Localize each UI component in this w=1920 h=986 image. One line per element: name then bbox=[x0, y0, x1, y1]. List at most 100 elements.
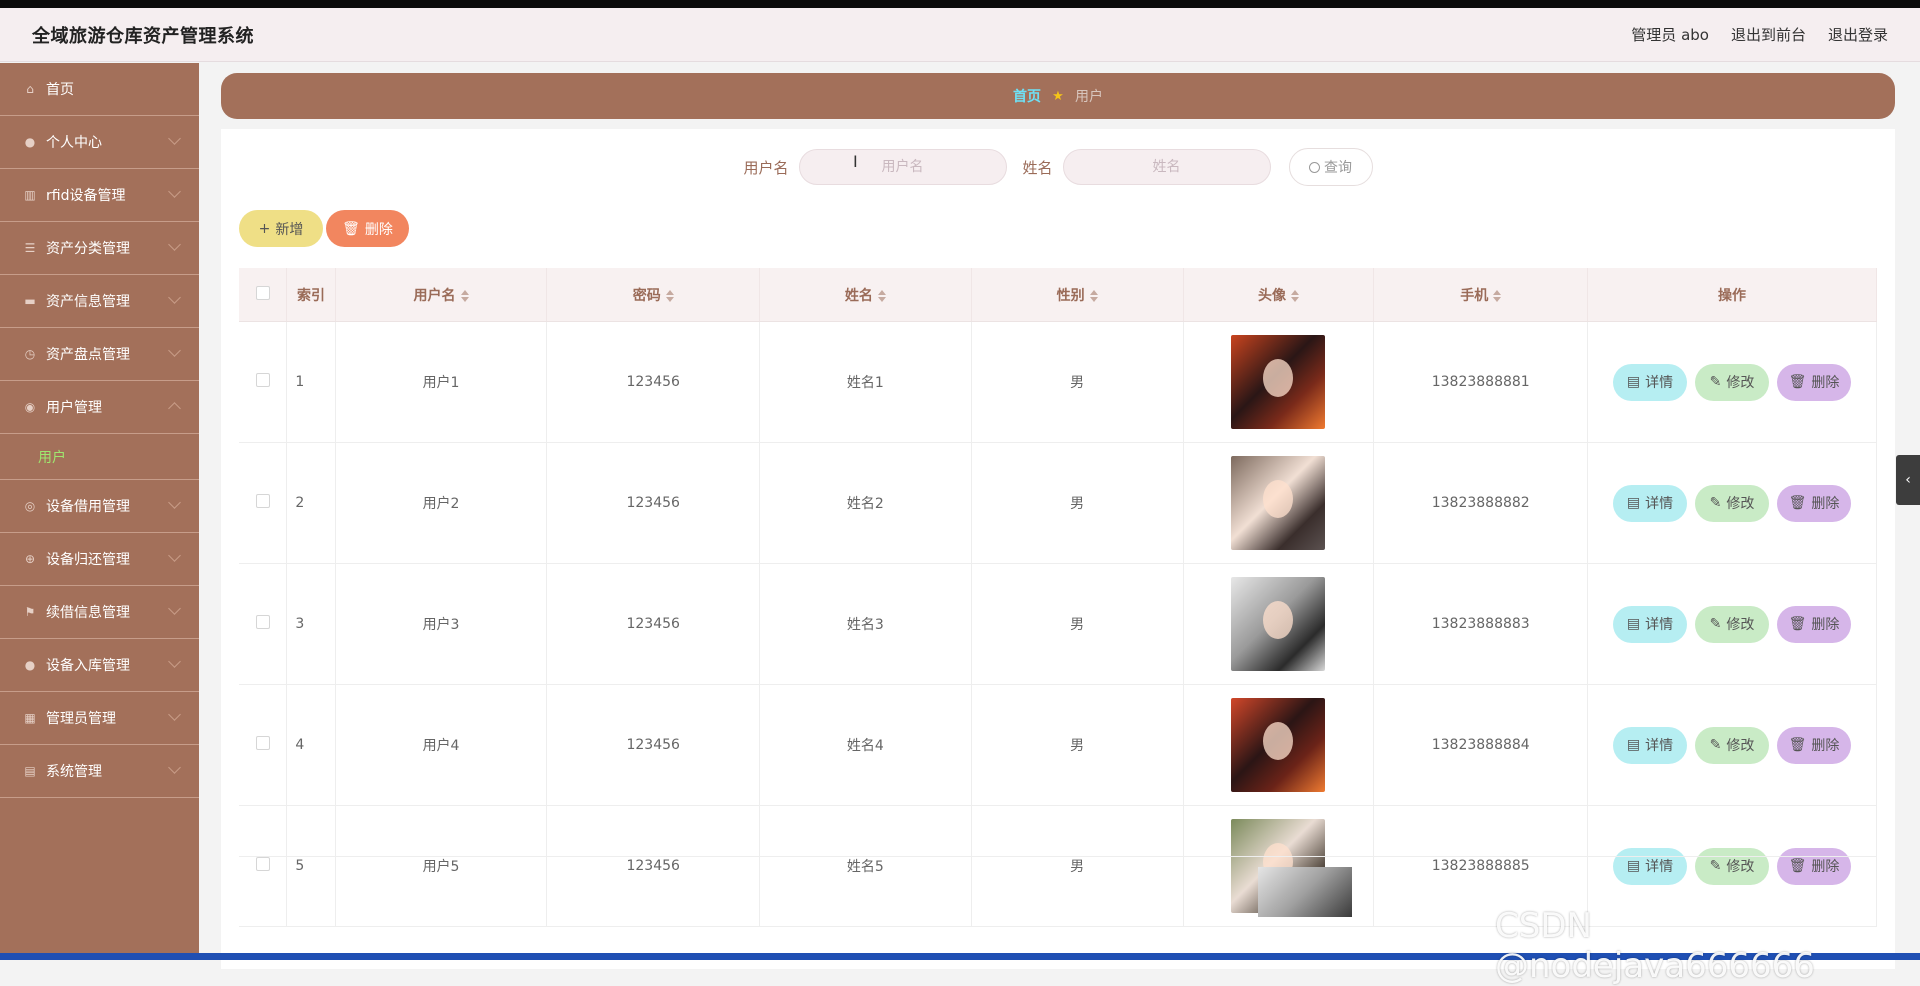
row-checkbox[interactable] bbox=[255, 494, 270, 508]
cell-username: 用户3 bbox=[335, 563, 548, 685]
admin-user-label: 管理员 abo bbox=[1631, 26, 1709, 44]
breadcrumb-home-link[interactable]: 首页 bbox=[1013, 86, 1041, 106]
trash-icon: 🗑 bbox=[1788, 374, 1807, 390]
sidebar-item-device-borrow[interactable]: ◎ 设备借用管理 bbox=[0, 480, 199, 533]
sidebar-item-asset-inventory[interactable]: ◷ 资产盘点管理 bbox=[0, 328, 199, 381]
cell-password: 123456 bbox=[546, 442, 760, 564]
pencil-icon: ✎ bbox=[1709, 616, 1722, 632]
logout-link[interactable]: 退出登录 bbox=[1828, 24, 1888, 45]
pencil-icon: ✎ bbox=[1709, 374, 1722, 390]
row-select-cell[interactable] bbox=[239, 442, 288, 564]
sidebar-item-label: 首页 bbox=[46, 82, 74, 98]
users-table: 索引 用户名 密码 姓名 性别 头像 手机 操作 1 用户1 123456 姓名… bbox=[239, 268, 1878, 927]
avatar bbox=[1258, 867, 1352, 917]
detail-button[interactable]: ▤ 详情 bbox=[1612, 484, 1687, 522]
col-avatar[interactable]: 头像 bbox=[1183, 268, 1375, 322]
sort-icon[interactable] bbox=[1493, 289, 1502, 302]
grid-icon: ▦ bbox=[24, 711, 36, 725]
cell-gender: 男 bbox=[971, 321, 1184, 443]
add-button[interactable]: + 新增 bbox=[239, 210, 323, 247]
row-checkbox[interactable] bbox=[255, 373, 270, 387]
flag-icon: ⚑ bbox=[24, 605, 36, 619]
select-all-cell[interactable] bbox=[239, 268, 288, 322]
sidebar-item-system-management[interactable]: ▤ 系统管理 bbox=[0, 745, 199, 798]
breadcrumb: 首页 ★ 用户 bbox=[221, 73, 1895, 119]
batch-delete-button[interactable]: 🗑 删除 bbox=[326, 210, 409, 247]
chevron-down-icon bbox=[168, 238, 181, 251]
col-phone[interactable]: 手机 bbox=[1373, 268, 1588, 322]
delete-button[interactable]: 🗑 删除 bbox=[1776, 726, 1851, 764]
sidebar-item-label: 资产分类管理 bbox=[46, 241, 130, 257]
sort-icon[interactable] bbox=[877, 289, 886, 302]
username-search-input[interactable] bbox=[798, 149, 1007, 185]
sort-icon[interactable] bbox=[460, 289, 469, 302]
sort-icon[interactable] bbox=[665, 289, 674, 302]
col-username[interactable]: 用户名 bbox=[335, 268, 548, 322]
sidebar-item-label: 系统管理 bbox=[46, 764, 102, 780]
edit-button[interactable]: ✎ 修改 bbox=[1694, 605, 1769, 643]
avatar[interactable] bbox=[1231, 698, 1326, 792]
sidebar-item-rfid[interactable]: ▥ rfid设备管理 bbox=[0, 169, 199, 222]
edit-button[interactable]: ✎ 修改 bbox=[1694, 726, 1769, 764]
edit-button[interactable]: ✎ 修改 bbox=[1694, 363, 1769, 401]
cell-index: 2 bbox=[286, 442, 336, 564]
select-all-checkbox[interactable] bbox=[255, 285, 270, 300]
delete-button[interactable]: 🗑 删除 bbox=[1776, 484, 1851, 522]
sort-icon[interactable] bbox=[1290, 289, 1299, 302]
app-title: 全域旅游仓库资产管理系统 bbox=[32, 25, 254, 47]
table-row: 2 用户2 123456 姓名2 男 13823888882 ▤ 详情 ✎ 修改 🗑… bbox=[239, 442, 1878, 564]
cell-name: 姓名3 bbox=[759, 563, 972, 685]
sidebar-item-device-return[interactable]: ⊕ 设备归还管理 bbox=[0, 533, 199, 586]
row-select-cell[interactable] bbox=[239, 684, 288, 806]
row-select-cell[interactable] bbox=[239, 563, 288, 685]
document-icon: ▤ bbox=[1626, 737, 1641, 753]
detail-button[interactable]: ▤ 详情 bbox=[1612, 605, 1687, 643]
chevron-down-icon bbox=[168, 291, 181, 304]
home-icon: ⌂ bbox=[26, 82, 34, 96]
row-checkbox[interactable] bbox=[255, 615, 270, 629]
sidebar-item-home[interactable]: ⌂ 首页 bbox=[0, 63, 199, 116]
col-password[interactable]: 密码 bbox=[546, 268, 760, 322]
delete-button[interactable]: 🗑 删除 bbox=[1776, 363, 1851, 401]
sidebar-item-admin-management[interactable]: ▦ 管理员管理 bbox=[0, 692, 199, 745]
chevron-down-icon bbox=[168, 602, 181, 615]
briefcase-icon: ▬ bbox=[24, 294, 36, 308]
detail-button[interactable]: ▤ 详情 bbox=[1612, 363, 1687, 401]
sidebar-item-asset-category[interactable]: ☰ 资产分类管理 bbox=[0, 222, 199, 275]
sidebar-item-device-stockin[interactable]: ● 设备入库管理 bbox=[0, 639, 199, 692]
row-select-cell[interactable] bbox=[239, 321, 288, 443]
trash-icon: 🗑 bbox=[342, 220, 360, 237]
avatar[interactable] bbox=[1231, 335, 1326, 429]
pencil-icon: ✎ bbox=[1709, 737, 1722, 753]
edit-button[interactable]: ✎ 修改 bbox=[1694, 484, 1769, 522]
name-search-input[interactable] bbox=[1062, 149, 1271, 185]
clock-icon: ◷ bbox=[24, 347, 36, 361]
sidebar-item-user-management[interactable]: ◉ 用户管理 bbox=[0, 381, 199, 434]
cell-password: 123456 bbox=[546, 684, 760, 806]
search-bar: 用户名 姓名 查询 bbox=[221, 148, 1895, 186]
table-row: 1 用户1 123456 姓名1 男 13823888881 ▤ 详情 ✎ 修改 🗑… bbox=[239, 321, 1878, 443]
col-gender[interactable]: 性别 bbox=[971, 268, 1184, 322]
col-name[interactable]: 姓名 bbox=[759, 268, 972, 322]
watermark: CSDN @nodejava666666 bbox=[1495, 906, 1815, 986]
row-checkbox[interactable] bbox=[255, 736, 270, 750]
to-front-link[interactable]: 退出到前台 bbox=[1731, 24, 1806, 45]
trash-icon: 🗑 bbox=[1788, 495, 1807, 511]
delete-button-label: 删除 bbox=[364, 221, 393, 238]
table-row: 4 用户4 123456 姓名4 男 13823888884 ▤ 详情 ✎ 修改 🗑… bbox=[239, 684, 1878, 806]
user-icon: ● bbox=[24, 658, 36, 672]
delete-button[interactable]: 🗑 删除 bbox=[1776, 605, 1851, 643]
sidebar-item-label: 设备借用管理 bbox=[46, 499, 130, 515]
avatar[interactable] bbox=[1231, 456, 1326, 550]
sidebar-item-profile[interactable]: ● 个人中心 bbox=[0, 116, 199, 169]
avatar[interactable] bbox=[1231, 577, 1326, 671]
collapse-panel-tab[interactable]: ‹ bbox=[1896, 455, 1920, 505]
sidebar-item-asset-info[interactable]: ▬ 资产信息管理 bbox=[0, 275, 199, 328]
detail-button[interactable]: ▤ 详情 bbox=[1612, 726, 1687, 764]
cell-gender: 男 bbox=[971, 442, 1184, 564]
sort-icon[interactable] bbox=[1089, 289, 1098, 302]
data-icon: ▤ bbox=[24, 764, 36, 778]
sidebar-subitem-users[interactable]: 用户 bbox=[0, 434, 199, 480]
query-button[interactable]: 查询 bbox=[1288, 148, 1373, 186]
sidebar-item-renewal[interactable]: ⚑ 续借信息管理 bbox=[0, 586, 199, 639]
